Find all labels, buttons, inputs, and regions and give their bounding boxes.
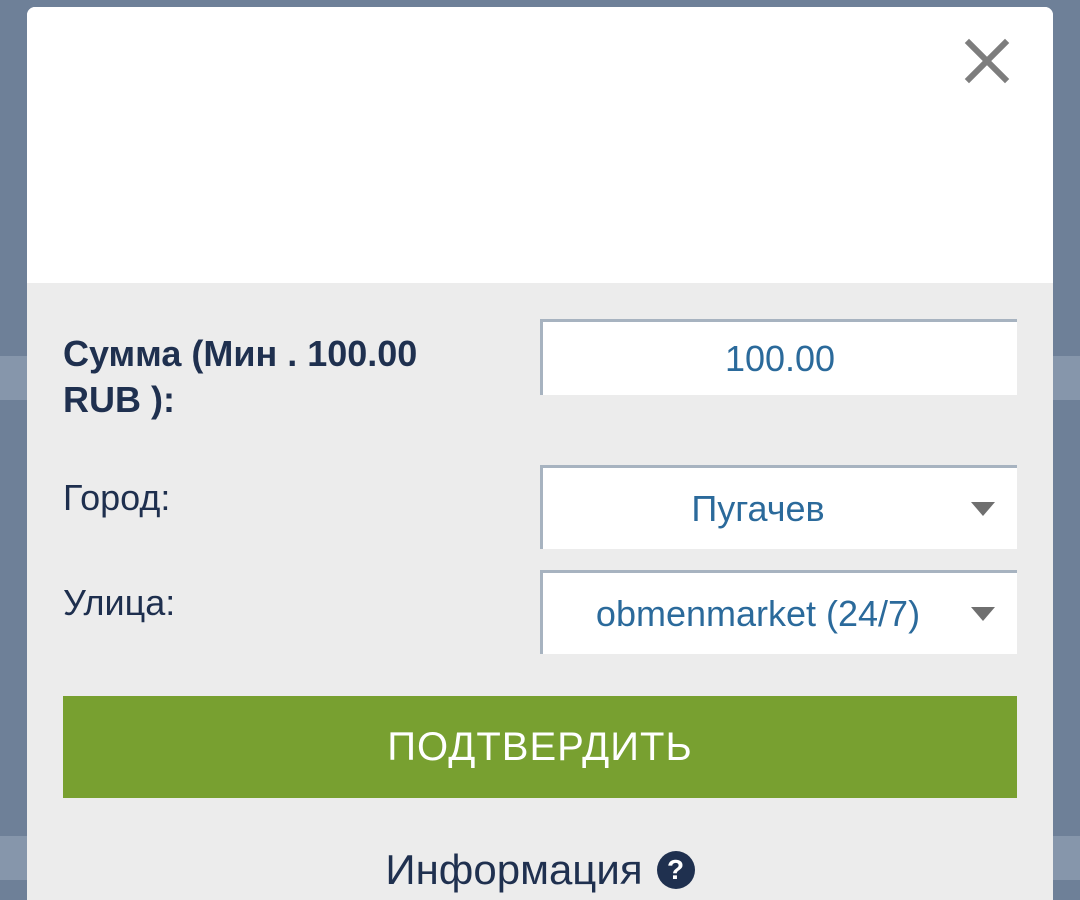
city-label: Город: — [63, 477, 171, 518]
modal-header — [27, 7, 1053, 283]
city-select[interactable]: Пугачев — [540, 465, 1017, 549]
city-value: Пугачев — [691, 487, 825, 529]
street-select[interactable]: obmenmarket (24/7) — [540, 570, 1017, 654]
payment-modal: Сумма (Мин . 100.00 RUB ): 100.00 Город:… — [27, 7, 1053, 900]
info-label: Информация — [385, 846, 643, 893]
help-icon: ? — [656, 851, 695, 889]
chevron-down-icon — [971, 501, 995, 516]
amount-value: 100.00 — [724, 337, 836, 379]
close-button[interactable] — [963, 37, 1011, 85]
amount-label: Сумма (Мин . 100.00 RUB ): — [63, 333, 418, 420]
close-icon — [964, 38, 1010, 84]
chevron-down-icon — [971, 606, 995, 621]
info-link[interactable]: Информация ? — [27, 843, 1053, 897]
street-value: obmenmarket (24/7) — [595, 592, 921, 634]
street-label: Улица: — [63, 582, 176, 623]
confirm-button[interactable]: ПОДТВЕРДИТЬ — [63, 696, 1017, 798]
amount-input[interactable]: 100.00 — [540, 319, 1017, 395]
